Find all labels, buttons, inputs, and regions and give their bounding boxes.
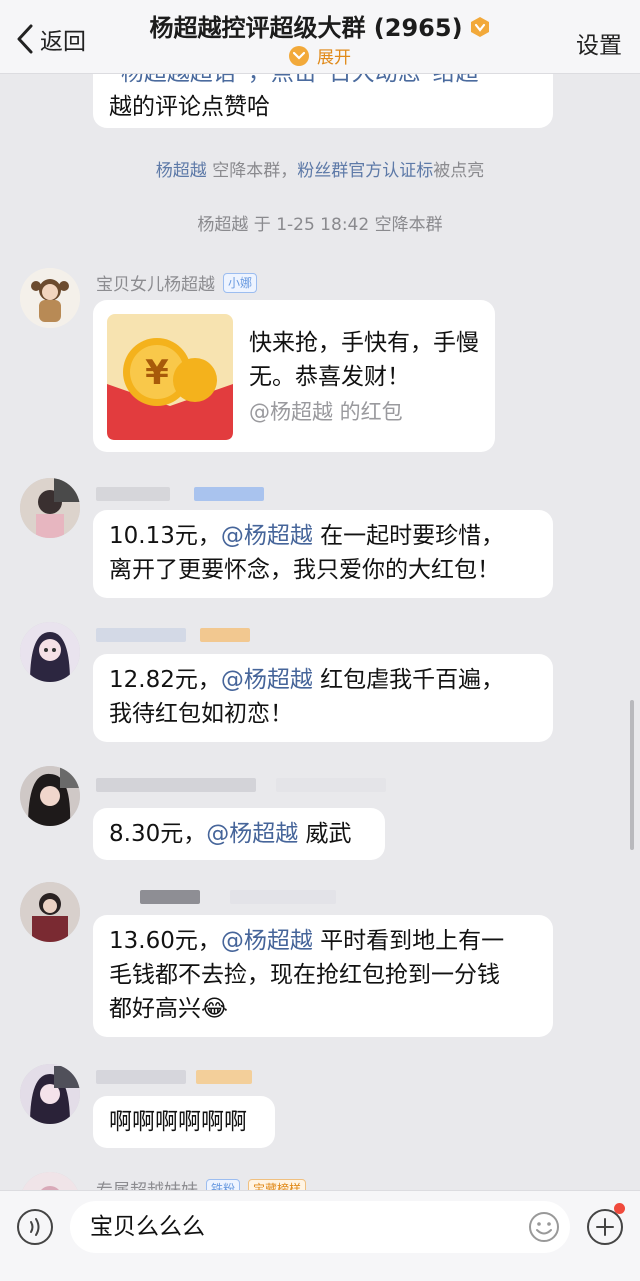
certification-link[interactable]: 粉丝群官方认证标: [297, 161, 433, 181]
message-bubble: 啊啊啊啊啊啊: [93, 1096, 275, 1148]
message-bubble: 8.30元，@杨超越 威武: [93, 808, 385, 860]
system-name-link[interactable]: 杨超越: [156, 161, 207, 181]
member-tag: 小娜: [223, 272, 258, 293]
red-packet-message[interactable]: ¥ 快来抢，手快有，手慢无。恭喜发财！ @杨超越 的红包: [93, 300, 495, 452]
emoji-icon[interactable]: [528, 1211, 560, 1243]
message-bubble: 13.60元，@杨超越 平时看到地上有一 毛钱都不去捡，现在抢红包抢到一分钱 都…: [93, 915, 553, 1037]
expand-toggle[interactable]: 展开: [0, 43, 640, 68]
voice-icon[interactable]: [16, 1208, 54, 1246]
chat-header: 返回 杨超越控评超级大群 (2965) 展开 设置: [0, 0, 640, 74]
settings-button[interactable]: 设置: [576, 26, 622, 60]
blurred-tag: [194, 487, 264, 501]
blurred-nickname: [96, 628, 186, 642]
blurred-nickname: [140, 890, 200, 904]
red-packet-source: @杨超越 的红包: [249, 400, 403, 424]
blurred-nickname: [96, 1070, 186, 1084]
laughing-emoji: 😂: [201, 996, 228, 1022]
red-packet-greeting: 快来抢，手快有，手慢无。恭喜发财！: [249, 330, 479, 390]
blurred-nickname: [96, 487, 170, 501]
blurred-tag: [200, 628, 250, 642]
mention-link[interactable]: @杨超越: [221, 928, 313, 954]
message-bubble: 12.82元，@杨超越 红包虐我千百遍， 我待红包如初恋！: [93, 654, 553, 742]
sender-nickname: 专属超越妹妹 铁粉 宝藏榜样: [96, 1176, 307, 1190]
system-message: 杨超越 空降本群，粉丝群官方认证标被点亮: [155, 161, 485, 181]
blurred-nickname: [96, 778, 256, 792]
verified-badge-icon: [470, 17, 489, 37]
red-packet-icon: ¥: [107, 314, 233, 440]
svg-text:¥: ¥: [145, 353, 169, 393]
chat-area[interactable]: “杨超越超话”，点击“日大动态”给超 越的评论点赞哈 杨超越 空降本群，粉丝群官…: [0, 0, 640, 1190]
member-tag: 铁粉: [206, 1178, 241, 1190]
group-title[interactable]: 杨超越控评超级大群 (2965): [0, 8, 640, 43]
chevron-down-icon: [289, 46, 309, 66]
avatar[interactable]: [20, 1064, 80, 1124]
blurred-tag: [196, 1070, 252, 1084]
mention-link[interactable]: @杨超越: [206, 821, 298, 847]
notification-dot: [614, 1203, 625, 1214]
sender-nickname: 宝贝女儿杨超越 小娜: [96, 270, 258, 295]
avatar[interactable]: [20, 268, 80, 328]
message-bubble: 10.13元，@杨超越 在一起时要珍惜， 离开了更要怀念，我只爱你的大红包！: [93, 510, 553, 598]
avatar[interactable]: [20, 478, 80, 538]
blurred-tag: [276, 778, 386, 792]
member-tag: 宝藏榜样: [248, 1178, 307, 1190]
avatar[interactable]: [20, 1172, 80, 1190]
avatar[interactable]: [20, 882, 80, 942]
avatar[interactable]: [20, 766, 80, 826]
mention-link[interactable]: @杨超越: [221, 667, 313, 693]
message-text: 越的评论点赞哈: [109, 94, 270, 120]
input-bar: 宝贝么么么: [0, 1190, 640, 1281]
blurred-tag: [230, 890, 336, 904]
scroll-indicator[interactable]: [630, 700, 634, 850]
expand-label: 展开: [317, 48, 351, 68]
system-message: 杨超越 于 1-25 18:42 空降本群: [197, 215, 443, 235]
message-input[interactable]: 宝贝么么么: [70, 1201, 570, 1253]
mention-link[interactable]: @杨超越: [221, 523, 313, 549]
avatar[interactable]: [20, 622, 80, 682]
